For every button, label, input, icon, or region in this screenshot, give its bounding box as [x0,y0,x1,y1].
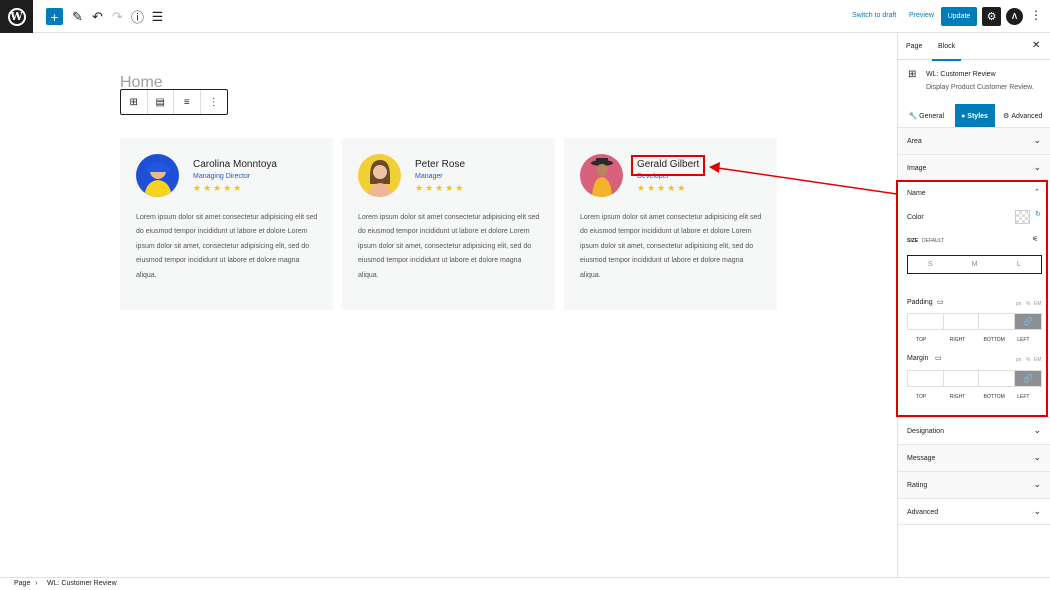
panel-area[interactable]: Area ⌄ [898,127,1050,154]
review-message: Lorem ipsum dolor sit amet consectetur a… [136,214,318,279]
panel-label: Area [907,138,922,145]
sidebar-tabs: Page Block ✕ [898,33,1050,61]
redo-icon[interactable]: ↷ [109,8,126,25]
wordpress-logo[interactable]: W [0,0,33,33]
preview-button[interactable]: Preview [909,12,934,19]
tab-advanced[interactable]: ⚙ Advanced [995,104,1050,128]
panel-label: Message [907,455,936,462]
block-card: ⊞ WL: Customer Review Display Product Cu… [898,60,1050,102]
style-tabs: 🔧 General ● Styles ⚙ Advanced [898,104,1050,128]
review-message: Lorem ipsum dolor sit amet consectetur a… [358,214,540,279]
breadcrumb-page[interactable]: Page [14,580,30,587]
panel-rating[interactable]: Rating ⌄ [898,471,1050,498]
block-toolbar: ⊞ ▤ ≡ ⋮ [120,89,228,115]
list-view-icon[interactable]: ☰ [149,8,166,25]
reviewer-designation: Manager [415,173,443,180]
chevron-down-icon: ⌄ [1033,479,1041,489]
panel-message[interactable]: Message ⌄ [898,444,1050,471]
breadcrumb: Page › WL: Customer Review [0,577,1050,590]
highlight-box-panel [896,180,1048,417]
breadcrumb-separator: › [35,580,38,587]
chevron-down-icon: ⌄ [1033,162,1041,172]
undo-icon[interactable]: ↶ [89,8,106,25]
tab-styles[interactable]: ● Styles [954,104,995,128]
highlight-box-name [631,155,705,176]
settings-gear-icon[interactable]: ⚙ [982,7,1001,26]
switch-to-draft-button[interactable]: Switch to draft [852,12,896,19]
tab-label: Styles [967,112,988,120]
tab-label: Advanced [1011,112,1043,120]
chevron-down-icon: ⌄ [1033,506,1041,516]
reviewer-name: Peter Rose [415,159,466,170]
panel-advanced[interactable]: Advanced ⌄ [898,498,1050,525]
wordpress-icon: W [7,7,26,26]
details-info-icon[interactable]: ⓘ [129,8,146,25]
avatar [358,154,401,197]
block-grid-icon: ⊞ [908,69,917,80]
wrench-icon: 🔧 [908,113,918,120]
tools-pencil-icon[interactable]: ✎ [69,8,86,25]
panel-label: Image [907,165,927,172]
close-icon[interactable]: ✕ [1032,40,1040,51]
review-message: Lorem ipsum dolor sit amet consectetur a… [580,214,762,279]
chevron-down-icon: ⌄ [1033,425,1041,435]
rating-stars: ★★★★★ [637,183,688,193]
reviewer-name: Carolina Monntoya [193,159,277,170]
tab-label: General [919,112,945,120]
chevron-down-icon: ⌄ [1033,452,1041,462]
breadcrumb-block[interactable]: WL: Customer Review [47,580,117,587]
block-type-grid-icon[interactable]: ⊞ [121,90,148,114]
tab-page[interactable]: Page [906,43,922,50]
update-button[interactable]: Update [941,7,977,26]
panel-designation[interactable]: Designation ⌄ [898,417,1050,444]
editor-topbar: W + ✎ ↶ ↷ ⓘ ☰ Switch to draft Preview Up… [0,0,1050,33]
more-options-icon[interactable]: ⋮ [1030,8,1042,22]
align-left-icon[interactable]: ≡ [174,90,201,114]
panel-label: Designation [907,428,944,435]
editor-canvas: Home ⊞ ▤ ≡ ⋮ Carolina Monntoya Managing … [0,33,897,577]
rating-stars: ★★★★★ [415,183,466,193]
review-card[interactable]: Peter Rose Manager ★★★★★ Lorem ipsum dol… [342,138,555,310]
chevron-down-icon: ⌄ [1033,135,1041,145]
panel-image[interactable]: Image ⌄ [898,154,1050,181]
avatar [580,154,623,197]
panel-label: Rating [907,482,928,489]
palette-icon: ● [961,112,966,120]
astra-icon[interactable]: Λ [1006,8,1023,25]
tab-general[interactable]: 🔧 General [898,104,955,128]
gear-icon: ⚙ [1003,113,1010,120]
review-card[interactable]: Carolina Monntoya Managing Director ★★★★… [120,138,333,310]
reviewer-designation: Managing Director [193,173,251,180]
block-title: WL: Customer Review [926,71,996,78]
avatar [136,154,179,197]
add-block-button[interactable]: + [46,8,63,25]
block-description: Display Product Customer Review. [926,84,1034,91]
block-options-icon[interactable]: ⋮ [201,90,227,114]
rating-stars: ★★★★★ [193,183,244,193]
tab-block[interactable]: Block [931,43,962,61]
panel-label: Advanced [907,509,939,516]
align-wide-icon[interactable]: ▤ [148,90,174,114]
